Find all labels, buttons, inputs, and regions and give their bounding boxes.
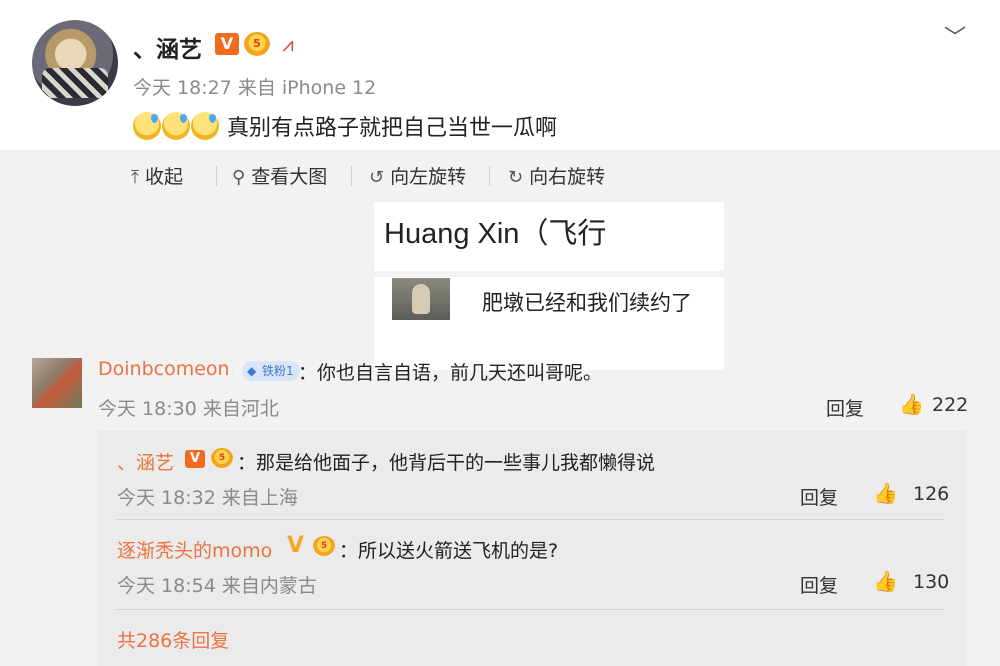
reply-time: 今天 18:32 来自上海 bbox=[117, 487, 298, 509]
post-header: 、涵艺 V 5 ⩘ ﹀ 今天 18:27 来自 iPhone 12 真别有点路子… bbox=[0, 0, 1000, 150]
like-count: 126 bbox=[913, 483, 950, 505]
reply-time: 今天 18:54 来自内蒙古 bbox=[117, 575, 317, 597]
avatar[interactable] bbox=[32, 20, 118, 106]
comment-time: 今天 18:30 来自河北 bbox=[98, 398, 279, 420]
collapse-label: 收起 bbox=[144, 166, 183, 188]
fan-level-badge[interactable]: 铁粉1 bbox=[242, 361, 300, 381]
sweat-emoji-icon bbox=[133, 112, 161, 140]
post-username[interactable]: 、涵艺 bbox=[133, 30, 202, 64]
comment-text: ：你也自言自语，前几天还叫哥呢。 bbox=[298, 362, 603, 384]
like-count: 130 bbox=[913, 571, 950, 593]
thumbs-up-icon[interactable]: 👍 bbox=[899, 392, 924, 416]
rotate-right-icon: ↻ bbox=[508, 167, 524, 188]
image-divider bbox=[374, 271, 724, 277]
like-count: 222 bbox=[932, 394, 969, 416]
reply-thread: 、涵艺 V 5 ：那是给他面子，他背后干的一些事儿我都懒得说 今天 18:32 … bbox=[97, 431, 967, 666]
collapse-arrow-icon: ⤒ bbox=[131, 167, 139, 188]
sweat-emoji-icon bbox=[162, 112, 190, 140]
vip-crown-icon[interactable]: 5 bbox=[313, 536, 335, 556]
reply-button[interactable]: 回复 bbox=[800, 571, 838, 598]
vip-crown-icon[interactable]: 5 bbox=[211, 448, 233, 468]
comment-item: Doinbcomeon 铁粉1 ：你也自言自语，前几天还叫哥呢。 今天 18:3… bbox=[0, 358, 1000, 421]
post-text: 真别有点路子就把自己当世一瓜啊 bbox=[133, 110, 557, 142]
reply-button[interactable]: 回复 bbox=[826, 394, 864, 421]
reply-text: ：那是给他面子，他背后干的一些事儿我都懒得说 bbox=[237, 452, 656, 474]
rotate-left-icon: ↺ bbox=[369, 167, 385, 188]
thumbs-up-icon[interactable]: 👍 bbox=[873, 569, 898, 593]
image-title-text: Huang Xin（飞行 bbox=[384, 218, 607, 250]
toolbar-divider bbox=[489, 166, 490, 186]
rotate-left-button[interactable]: ↺ 向左旋转 bbox=[369, 162, 466, 189]
collapse-button[interactable]: ⤒ 收起 bbox=[131, 162, 183, 189]
reply-divider bbox=[115, 519, 945, 520]
vip-crown-icon[interactable]: 5 bbox=[244, 32, 270, 56]
view-large-button[interactable]: ⚲ 查看大图 bbox=[232, 162, 327, 189]
thumbs-up-icon[interactable]: 👍 bbox=[873, 481, 898, 505]
reply-username[interactable]: 逐渐秃头的momo bbox=[117, 536, 272, 563]
post-time: 今天 18:27 来自 iPhone 12 bbox=[133, 77, 377, 99]
post-text-body: 真别有点路子就把自己当世一瓜啊 bbox=[227, 116, 558, 141]
rotate-right-label: 向右旋转 bbox=[529, 166, 606, 188]
rotate-left-label: 向左旋转 bbox=[390, 166, 467, 188]
search-icon: ⚲ bbox=[232, 167, 246, 188]
verified-v-icon[interactable]: V bbox=[287, 535, 304, 557]
more-replies-link[interactable]: 共286条回复 bbox=[117, 626, 229, 653]
image-thumbnail bbox=[392, 278, 450, 320]
verified-v-icon[interactable]: V bbox=[215, 33, 239, 55]
post-image[interactable]: Huang Xin（飞行 肥墩已经和我们续约了 bbox=[374, 202, 724, 370]
reply-divider bbox=[115, 609, 945, 610]
comment-username[interactable]: Doinbcomeon bbox=[98, 358, 230, 380]
chevron-down-icon[interactable]: ﹀ bbox=[944, 20, 966, 52]
comment-avatar[interactable] bbox=[32, 358, 82, 408]
reply-text: ：所以送火箭送飞机的是? bbox=[339, 540, 559, 562]
fan-hat-icon[interactable]: ⩘ bbox=[276, 33, 300, 55]
reply-username[interactable]: 、涵艺 bbox=[117, 448, 174, 475]
toolbar-divider bbox=[216, 166, 217, 186]
toolbar-divider bbox=[351, 166, 352, 186]
image-caption-text: 肥墩已经和我们续约了 bbox=[482, 291, 692, 315]
rotate-right-button[interactable]: ↻ 向右旋转 bbox=[508, 162, 605, 189]
reply-button[interactable]: 回复 bbox=[800, 483, 838, 510]
sweat-emoji-icon bbox=[191, 112, 219, 140]
view-large-label: 查看大图 bbox=[251, 166, 328, 188]
verified-v-icon[interactable]: V bbox=[185, 450, 205, 468]
